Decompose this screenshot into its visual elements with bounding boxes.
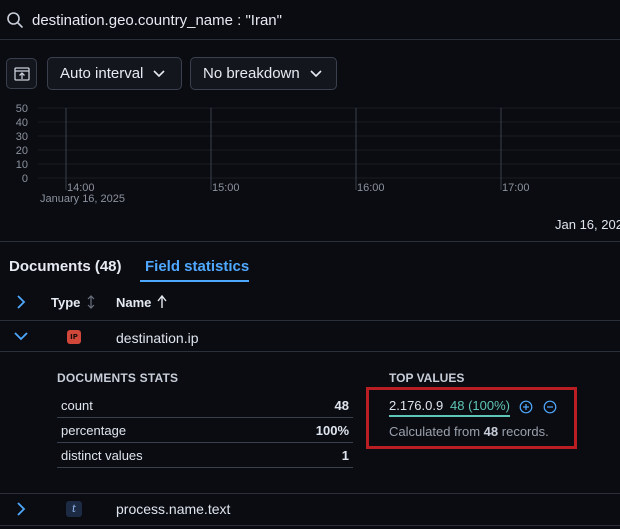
interval-label: Auto interval (60, 65, 144, 82)
stat-label: distinct values (61, 448, 143, 463)
tab-documents[interactable]: Documents (48) (9, 258, 122, 275)
tab-field-statistics[interactable]: Field statistics (145, 258, 249, 275)
text-type-icon: t (66, 501, 82, 517)
chevron-down-icon (310, 69, 322, 77)
stat-row-distinct-values: distinct values 1 (57, 443, 353, 468)
breakdown-dropdown[interactable]: No breakdown (190, 57, 337, 90)
top-value-bar (389, 415, 510, 417)
save-visualization-icon (14, 67, 30, 81)
stat-label: count (61, 398, 93, 413)
top-value: 2.176.0.9 (389, 398, 444, 413)
y-tick-label: 20 (16, 145, 28, 157)
chevron-right-icon[interactable] (14, 501, 28, 517)
add-to-dashboard-button[interactable] (6, 58, 37, 89)
field-name: destination.ip (116, 330, 199, 346)
y-tick-label: 10 (16, 159, 28, 171)
table-row[interactable] (0, 493, 620, 526)
calc-prefix: Calculated from (389, 424, 481, 439)
time-range-label: Jan 16, 2025 (555, 217, 620, 232)
calc-suffix: records. (501, 424, 549, 439)
y-tick-label: 0 (22, 173, 28, 185)
x-date-label: January 16, 2025 (40, 193, 125, 205)
y-tick-label: 40 (16, 117, 28, 129)
top-value-count: 48 (100%) (450, 398, 510, 413)
ip-type-icon: IP (67, 330, 81, 344)
x-tick-label: 16:00 (357, 182, 385, 194)
stat-row-count: count 48 (57, 393, 353, 418)
x-tick-label: 17:00 (502, 182, 530, 194)
y-tick-label: 30 (16, 131, 28, 143)
table-row[interactable] (0, 322, 620, 352)
y-tick-label: 50 (16, 103, 28, 115)
stat-row-percentage: percentage 100% (57, 418, 353, 443)
stat-label: percentage (61, 423, 127, 438)
search-icon (7, 12, 23, 28)
calc-count: 48 (483, 424, 499, 439)
documents-stats-title: DOCUMENTS STATS (57, 371, 179, 385)
sort-ascending-icon[interactable] (156, 294, 168, 310)
histogram-chart[interactable]: 5040302010014:00 15:00 16:00 17:00January 1… (0, 98, 620, 238)
x-tick-label: 15:00 (212, 182, 240, 194)
stat-value: 1 (341, 448, 349, 463)
stat-value: 48 (334, 398, 349, 413)
field-name: process.name.text (116, 501, 231, 517)
column-header-name[interactable]: Name (116, 295, 151, 310)
interval-dropdown[interactable]: Auto interval (47, 57, 182, 90)
highlight-box (366, 387, 577, 449)
stat-value: 100% (315, 423, 349, 438)
calculated-from-note: Calculated from 48 records. (389, 424, 549, 439)
filter-out-value-icon[interactable] (543, 400, 557, 414)
chevron-down-icon (153, 69, 165, 77)
query-input[interactable]: destination.geo.country_name : "Iran" (32, 12, 282, 29)
column-header-type[interactable]: Type (51, 295, 80, 310)
breakdown-label: No breakdown (203, 65, 300, 82)
expand-all-icon[interactable] (14, 294, 28, 310)
divider (0, 241, 620, 242)
top-values-title: TOP VALUES (389, 371, 465, 385)
sort-icon[interactable] (86, 294, 96, 310)
chevron-down-icon[interactable] (13, 330, 29, 342)
active-tab-indicator (140, 280, 249, 282)
filter-for-value-icon[interactable] (519, 400, 533, 414)
